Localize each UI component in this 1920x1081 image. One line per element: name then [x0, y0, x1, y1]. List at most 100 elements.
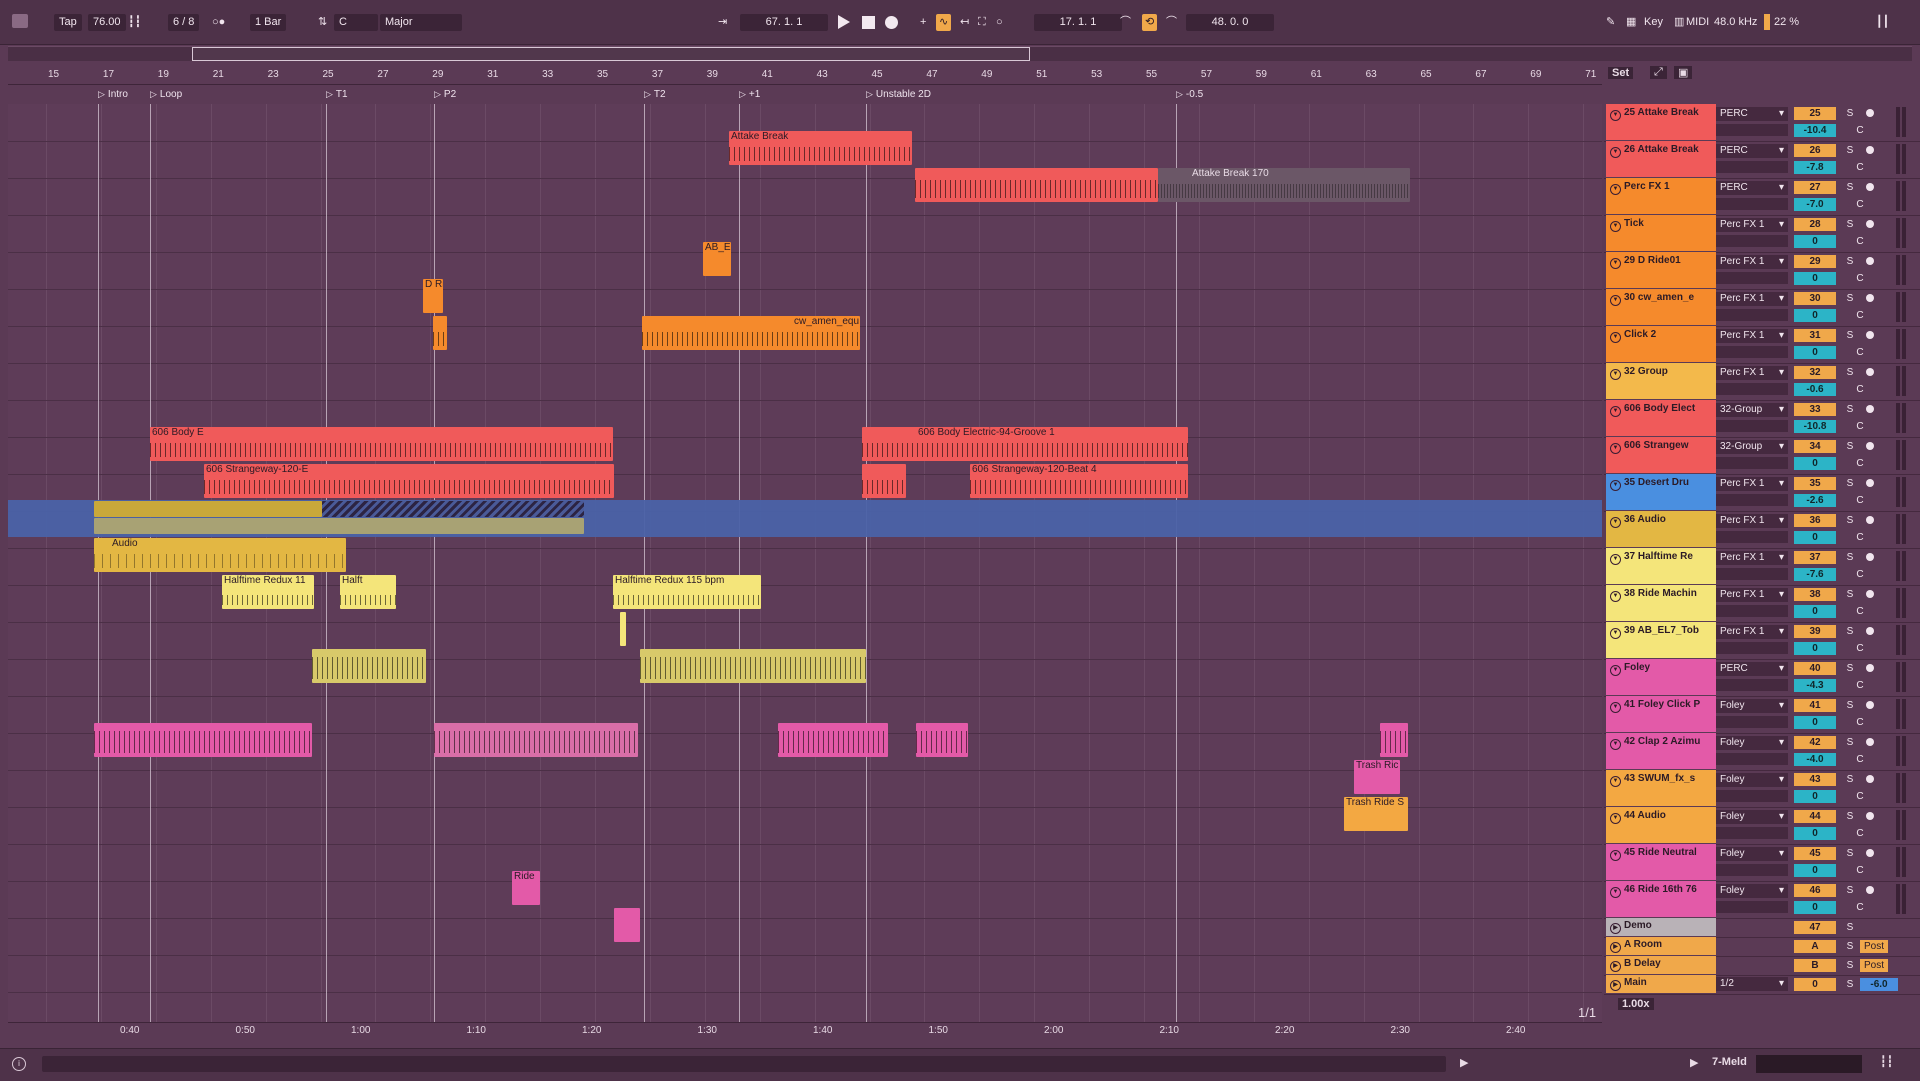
- mixer-track[interactable]: ▼36 AudioPerc FX 1 36 0SC: [1604, 511, 1920, 549]
- track-name[interactable]: ▼ 606 Strangew: [1606, 437, 1716, 473]
- pan-field[interactable]: C: [1842, 494, 1878, 507]
- track-lane[interactable]: [8, 881, 1602, 919]
- capture-icon[interactable]: ⛶: [978, 14, 986, 31]
- clip-attake-break[interactable]: Attake Break: [729, 131, 912, 165]
- output-sub-select[interactable]: [1716, 790, 1788, 802]
- clip-ride-neutral[interactable]: Ride: [512, 871, 540, 905]
- midi-map-button[interactable]: MIDI: [1686, 14, 1709, 31]
- clip-foley-click-e[interactable]: [1380, 723, 1408, 757]
- track-name[interactable]: ▼ 43 SWUM_fx_s: [1606, 770, 1716, 806]
- mixer-track[interactable]: ▼44 AudioFoley 44 0SC: [1604, 807, 1920, 845]
- track-lane[interactable]: [8, 918, 1602, 956]
- output-sub-select[interactable]: [1716, 235, 1788, 247]
- track-name[interactable]: ▼ 26 Attake Break: [1606, 141, 1716, 177]
- mixer-track[interactable]: ▼606 Body Elect32-Group 33 -10.8 SC: [1604, 400, 1920, 438]
- output-sub-select[interactable]: [1716, 457, 1788, 469]
- solo-button[interactable]: S: [1842, 440, 1858, 453]
- clip-606-body-a[interactable]: 606 Body E: [150, 427, 613, 461]
- automation-arm-icon[interactable]: ∿: [936, 14, 952, 31]
- track-activator-button[interactable]: 44: [1794, 810, 1836, 823]
- loop-switch-icon[interactable]: ⟲: [1142, 14, 1158, 31]
- fold-icon[interactable]: ▼: [1610, 147, 1621, 158]
- pan-field[interactable]: C: [1842, 198, 1878, 211]
- clip-ab-el7-b[interactable]: [640, 649, 866, 683]
- output-sub-select[interactable]: [1716, 679, 1788, 691]
- record-arm-button[interactable]: [1866, 220, 1874, 228]
- output-routing-select[interactable]: Perc FX 1: [1716, 255, 1788, 269]
- solo-button[interactable]: S: [1842, 940, 1858, 953]
- clip-trash-ride[interactable]: Trash Ride S: [1344, 797, 1408, 831]
- record-arm-button[interactable]: [1866, 701, 1874, 709]
- key-root-select[interactable]: C: [334, 14, 378, 31]
- mixer-track[interactable]: ▼46 Ride 16th 76Foley 46 0SC: [1604, 881, 1920, 919]
- metronome-icon[interactable]: ┇┇: [128, 14, 141, 31]
- clip-606-strangeway-c[interactable]: 606 Strangeway-120-Beat 4: [970, 464, 1188, 498]
- pan-field[interactable]: C: [1842, 383, 1878, 396]
- arrangement-overview[interactable]: [8, 46, 1912, 61]
- output-routing-select[interactable]: Foley: [1716, 884, 1788, 898]
- punch-in-icon[interactable]: ⌒: [1120, 14, 1131, 31]
- clip-desert-b[interactable]: [322, 501, 584, 517]
- clip-audio[interactable]: Audio: [94, 538, 346, 572]
- time-signature-field[interactable]: 6 / 8: [168, 14, 200, 31]
- record-arm-button[interactable]: [1866, 331, 1874, 339]
- return-name[interactable]: ▶ A Room: [1606, 937, 1716, 955]
- track-name[interactable]: ▼ 46 Ride 16th 76: [1606, 881, 1716, 917]
- record-arm-button[interactable]: [1866, 738, 1874, 746]
- volume-field[interactable]: -10.8: [1794, 420, 1836, 433]
- pan-field[interactable]: C: [1842, 864, 1878, 877]
- master-output-select[interactable]: 1/2: [1716, 977, 1788, 991]
- punch-out-icon[interactable]: ⌒: [1166, 14, 1177, 31]
- track-activator-button[interactable]: 28: [1794, 218, 1836, 231]
- tap-tempo-button[interactable]: Tap: [54, 14, 82, 31]
- return-track[interactable]: ▶ Demo 47 S: [1604, 918, 1920, 938]
- solo-button[interactable]: S: [1842, 959, 1858, 972]
- fold-icon[interactable]: ▼: [1610, 591, 1621, 602]
- output-sub-select[interactable]: [1716, 901, 1788, 913]
- pan-field[interactable]: C: [1842, 346, 1878, 359]
- solo-button[interactable]: S: [1842, 218, 1858, 231]
- output-sub-select[interactable]: [1716, 161, 1788, 173]
- track-name[interactable]: ▼ Foley: [1606, 659, 1716, 695]
- lock-icon[interactable]: ▣: [1674, 66, 1693, 79]
- mixer-track[interactable]: ▼30 cw_amen_ePerc FX 1 30 0SC: [1604, 289, 1920, 327]
- mixer-track[interactable]: ▼TickPerc FX 1 28 0SC: [1604, 215, 1920, 253]
- output-sub-select[interactable]: [1716, 346, 1788, 358]
- pan-field[interactable]: C: [1842, 124, 1878, 137]
- track-activator-button[interactable]: 26: [1794, 144, 1836, 157]
- pan-field[interactable]: C: [1842, 605, 1878, 618]
- track-name[interactable]: ▼ 45 Ride Neutral: [1606, 844, 1716, 880]
- volume-field[interactable]: -7.6: [1794, 568, 1836, 581]
- solo-button[interactable]: S: [1842, 978, 1858, 991]
- overdub-icon[interactable]: +: [920, 14, 926, 31]
- record-arm-button[interactable]: [1866, 146, 1874, 154]
- record-arm-button[interactable]: [1866, 590, 1874, 598]
- output-routing-select[interactable]: Perc FX 1: [1716, 218, 1788, 232]
- output-routing-select[interactable]: Perc FX 1: [1716, 329, 1788, 343]
- volume-field[interactable]: 0: [1794, 827, 1836, 840]
- track-activator-button[interactable]: 27: [1794, 181, 1836, 194]
- track-activator-button[interactable]: 35: [1794, 477, 1836, 490]
- pan-field[interactable]: C: [1842, 531, 1878, 544]
- locator-marker[interactable]: T1: [326, 89, 348, 100]
- mixer-track[interactable]: ▼38 Ride MachinPerc FX 1 38 0SC: [1604, 585, 1920, 623]
- output-routing-select[interactable]: Foley: [1716, 736, 1788, 750]
- volume-field[interactable]: 0: [1794, 457, 1836, 470]
- track-activator-button[interactable]: 31: [1794, 329, 1836, 342]
- mixer-track[interactable]: ▼26 Attake BreakPERC 26 -7.8 SC: [1604, 141, 1920, 179]
- clip-attake-break-pattern[interactable]: [915, 168, 1158, 202]
- track-name[interactable]: ▼ 37 Halftime Re: [1606, 548, 1716, 584]
- solo-button[interactable]: S: [1842, 551, 1858, 564]
- output-routing-select[interactable]: PERC: [1716, 662, 1788, 676]
- zoom-field[interactable]: 1.00x: [1618, 998, 1654, 1010]
- back-to-arrangement-icon[interactable]: ↤: [960, 14, 969, 31]
- mixer-track[interactable]: ▼FoleyPERC 40 -4.3 SC: [1604, 659, 1920, 697]
- locator-marker[interactable]: +1: [739, 89, 760, 100]
- track-activator-button[interactable]: 38: [1794, 588, 1836, 601]
- output-routing-select[interactable]: Perc FX 1: [1716, 514, 1788, 528]
- pan-field[interactable]: C: [1842, 716, 1878, 729]
- quantize-select[interactable]: 1 Bar: [250, 14, 287, 31]
- track-activator-button[interactable]: 46: [1794, 884, 1836, 897]
- expand-icon[interactable]: ⤢: [1650, 66, 1667, 79]
- beat-time-ruler[interactable]: 15 17 19 21 23 25 27 29 31 33 35 37 39 41 43 45 47 49 51 53…: [8, 66, 1602, 85]
